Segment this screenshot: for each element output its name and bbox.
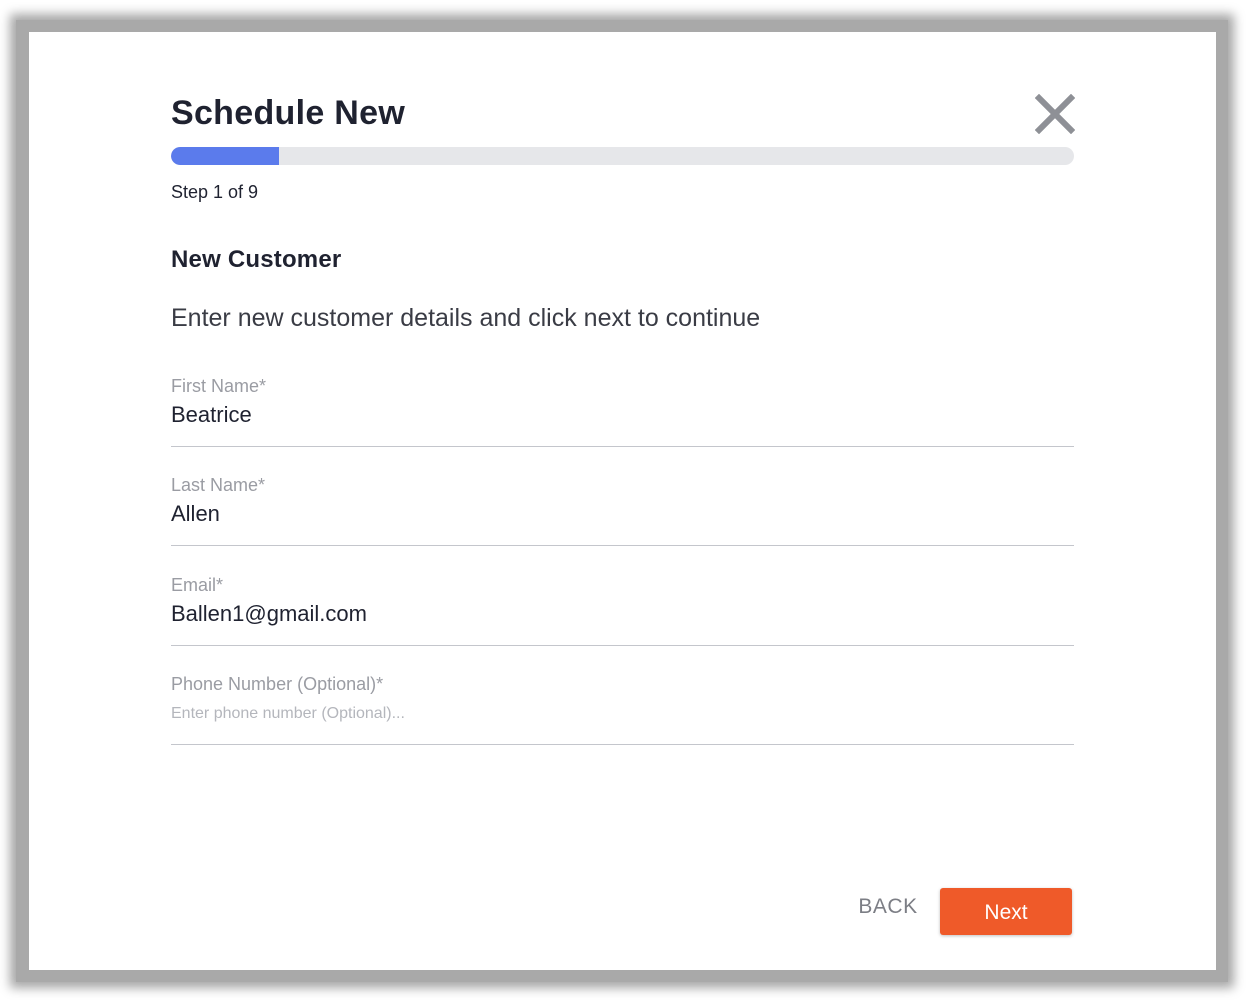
phone-label: Phone Number (Optional)*	[171, 674, 384, 694]
phone-field: Phone Number (Optional)*	[171, 674, 1074, 745]
modal-title: Schedule New	[171, 94, 406, 132]
last-name-label: Last Name*	[171, 475, 266, 495]
progress-bar	[171, 147, 1074, 165]
email-input[interactable]	[171, 601, 1074, 627]
last-name-input[interactable]	[171, 501, 1074, 527]
email-field: Email*	[171, 575, 1074, 646]
first-name-field: First Name*	[171, 376, 1074, 447]
first-name-input[interactable]	[171, 402, 1074, 428]
close-button[interactable]	[1034, 93, 1076, 135]
section-title: New Customer	[171, 246, 342, 273]
schedule-modal: Schedule New Step 1 of 9 New Customer En…	[29, 32, 1216, 970]
next-button[interactable]: Next	[940, 888, 1072, 935]
progress-fill	[171, 147, 280, 165]
last-name-field: Last Name*	[171, 475, 1074, 546]
back-button[interactable]: BACK	[849, 892, 927, 922]
email-label: Email*	[171, 575, 224, 595]
instructions-text: Enter new customer details and click nex…	[171, 304, 761, 332]
step-indicator: Step 1 of 9	[171, 182, 259, 202]
first-name-label: First Name*	[171, 376, 267, 396]
close-x-icon	[1034, 93, 1076, 135]
phone-input[interactable]	[171, 705, 1074, 723]
